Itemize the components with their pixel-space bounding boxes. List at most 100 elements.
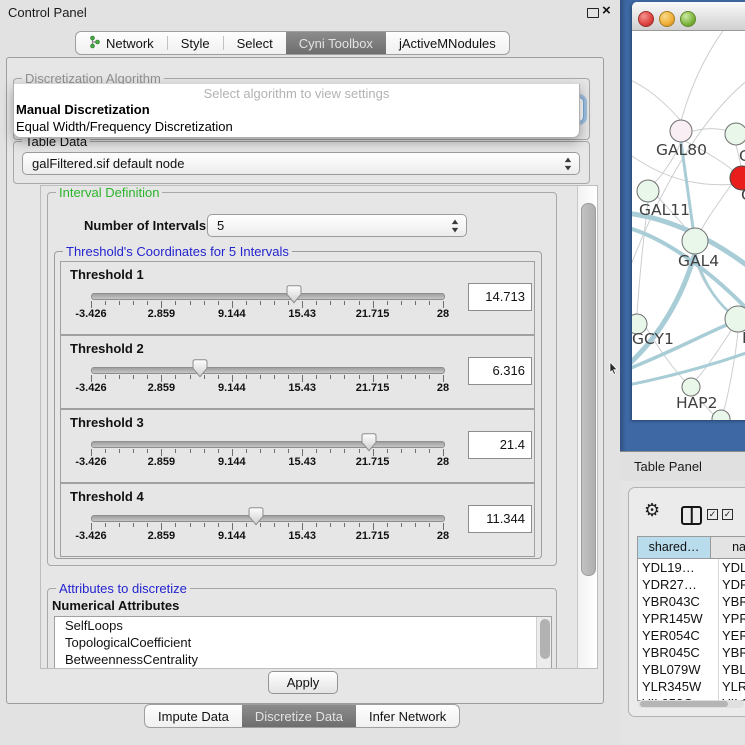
node-table[interactable]: shared… na YDL19…YDL1YDR27…YDR2YBR043CYB… [637,536,745,701]
tab-style[interactable]: Style [168,32,223,54]
slider-tick-mark [218,449,219,453]
slider-tick-mark [401,449,402,453]
settings-scrollbar-thumb[interactable] [581,203,596,576]
slider-tick-mark [204,449,205,453]
slider-tick-label: 15.43 [288,382,316,394]
table-row[interactable]: YDL19…YDL1 [638,559,745,576]
float-window-icon[interactable] [587,8,599,18]
threshold-slider-track[interactable] [91,367,445,374]
network-canvas[interactable]: GAL80GCGAL11GAL4GCY1HHAP2 [632,31,745,420]
slider-tick-mark [415,449,416,453]
threshold-slider-thumb[interactable] [192,359,208,378]
slider-tick-mark [260,301,261,305]
slider-tick-mark [105,301,106,305]
network-window-titlebar[interactable] [632,2,745,31]
tab-select[interactable]: Select [224,32,286,54]
checkbox-icon[interactable]: ✓ [707,509,718,520]
tab-cyni-toolbox[interactable]: Cyni Toolbox [286,32,386,54]
tab-impute-data[interactable]: Impute Data [145,705,242,727]
intervals-combo[interactable]: 5 [207,214,467,237]
column-header-shared-name[interactable]: shared… [638,537,711,558]
slider-tick-mark [330,375,331,379]
table-row[interactable]: YBR043CYBR0 [638,593,745,610]
tab-infer-network[interactable]: Infer Network [356,705,459,727]
cell-shared-name: YDL19… [638,559,719,576]
threshold-value-field[interactable]: 21.4 [468,431,532,459]
slider-tick-mark [161,375,162,382]
threshold-value-field[interactable]: 6.316 [468,357,532,385]
close-traffic-icon[interactable] [638,11,654,27]
dropdown-item-equal-width-frequency-discretization[interactable]: Equal Width/Frequency Discretization [14,119,579,136]
slider-tick-mark [429,301,430,305]
settings-scrollbar[interactable] [577,186,597,668]
dropdown-placeholder: Select algorithm to view settings [14,84,579,102]
apply-button[interactable]: Apply [268,671,338,694]
slider-tick-mark [401,375,402,379]
gear-icon[interactable]: ⚙ [644,501,660,519]
network-window[interactable]: GAL80GCGAL11GAL4GCY1HHAP2 [632,2,745,420]
minimize-traffic-icon[interactable] [659,11,675,27]
slider-tick-mark [175,375,176,379]
threshold-value-field[interactable]: 14.713 [468,283,532,311]
slider-tick-label: 2.859 [148,382,176,394]
threshold-slider-thumb[interactable] [248,507,264,526]
network-node-gal80[interactable] [670,120,692,142]
slider-tick-mark [175,301,176,305]
slider-tick-label: 21.715 [356,530,390,542]
checkbox-icon[interactable]: ✓ [722,509,733,520]
tab-label: Network [106,36,154,51]
network-edge [723,332,738,413]
cell-name: YBR0 [719,593,745,610]
slider-tick-mark [246,301,247,305]
network-node-g[interactable] [725,123,745,145]
list-scrollbar-thumb[interactable] [540,619,550,659]
threshold-slider-thumb[interactable] [286,285,302,304]
thresholds-group: Threshold's Coordinates for 5 Intervals … [54,251,542,559]
split-columns-icon[interactable] [681,506,702,525]
threshold-slider-thumb[interactable] [361,433,377,452]
slider-tick-mark [190,301,191,305]
table-row[interactable]: YER054CYER0 [638,627,745,644]
threshold-label: Threshold 3 [70,415,144,430]
threshold-slider-track[interactable] [91,441,445,448]
slider-tick-label: 2.859 [148,456,176,468]
numerical-attributes-list[interactable]: SelfLoopsTopologicalCoefficientBetweenne… [54,616,552,669]
threshold-slider-track[interactable] [91,515,445,522]
attribute-item-topologicalcoefficient[interactable]: TopologicalCoefficient [55,634,551,651]
dropdown-item-manual-discretization[interactable]: Manual Discretization [14,102,579,119]
slider-tick-mark [443,375,444,382]
tab-jactivemnodules[interactable]: jActiveMNodules [386,32,509,54]
network-node-gal4[interactable] [682,228,708,254]
tab-discretize-data[interactable]: Discretize Data [242,705,356,727]
slider-tick-mark [330,523,331,527]
node-label: C [741,186,745,204]
slider-tick-label: 28 [437,456,449,468]
slider-tick-mark [161,301,162,308]
attribute-item-selfloops[interactable]: SelfLoops [55,617,551,634]
slider-tick-mark [316,523,317,527]
threshold-value-field[interactable]: 11.344 [468,505,532,533]
settings-scrollpane: Interval Definition Number of Intervals … [40,185,598,669]
table-horizontal-scrollbar[interactable] [638,700,744,708]
bottom-tab-bar: Impute DataDiscretize DataInfer Network [144,704,460,728]
attribute-item-betweennesscentrality[interactable]: BetweennessCentrality [55,651,551,668]
slider-tick-mark [359,301,360,305]
table-row[interactable]: YPR145WYPR1 [638,610,745,627]
table-row[interactable]: YDR27…YDR2 [638,576,745,593]
threshold-slider-track[interactable] [91,293,445,300]
threshold-label: Threshold 2 [70,341,144,356]
table-scrollbar-thumb[interactable] [640,701,728,707]
tab-network[interactable]: Network [76,32,167,54]
network-node-gal11[interactable] [637,180,659,202]
table-data-combo[interactable]: galFiltered.sif default node [22,152,580,175]
zoom-traffic-icon[interactable] [680,11,696,27]
list-scrollbar[interactable] [536,617,551,669]
cell-shared-name: YER054C [638,627,719,644]
slider-tick-mark [387,375,388,379]
column-header-name[interactable]: na [711,537,745,558]
table-row[interactable]: YBL079WYBL0 [638,661,745,678]
close-icon[interactable]: × [602,2,611,19]
slider-tick-mark [429,449,430,453]
table-row[interactable]: YBR045CYBR0 [638,644,745,661]
table-row[interactable]: YLR345WYLR3 [638,678,745,695]
